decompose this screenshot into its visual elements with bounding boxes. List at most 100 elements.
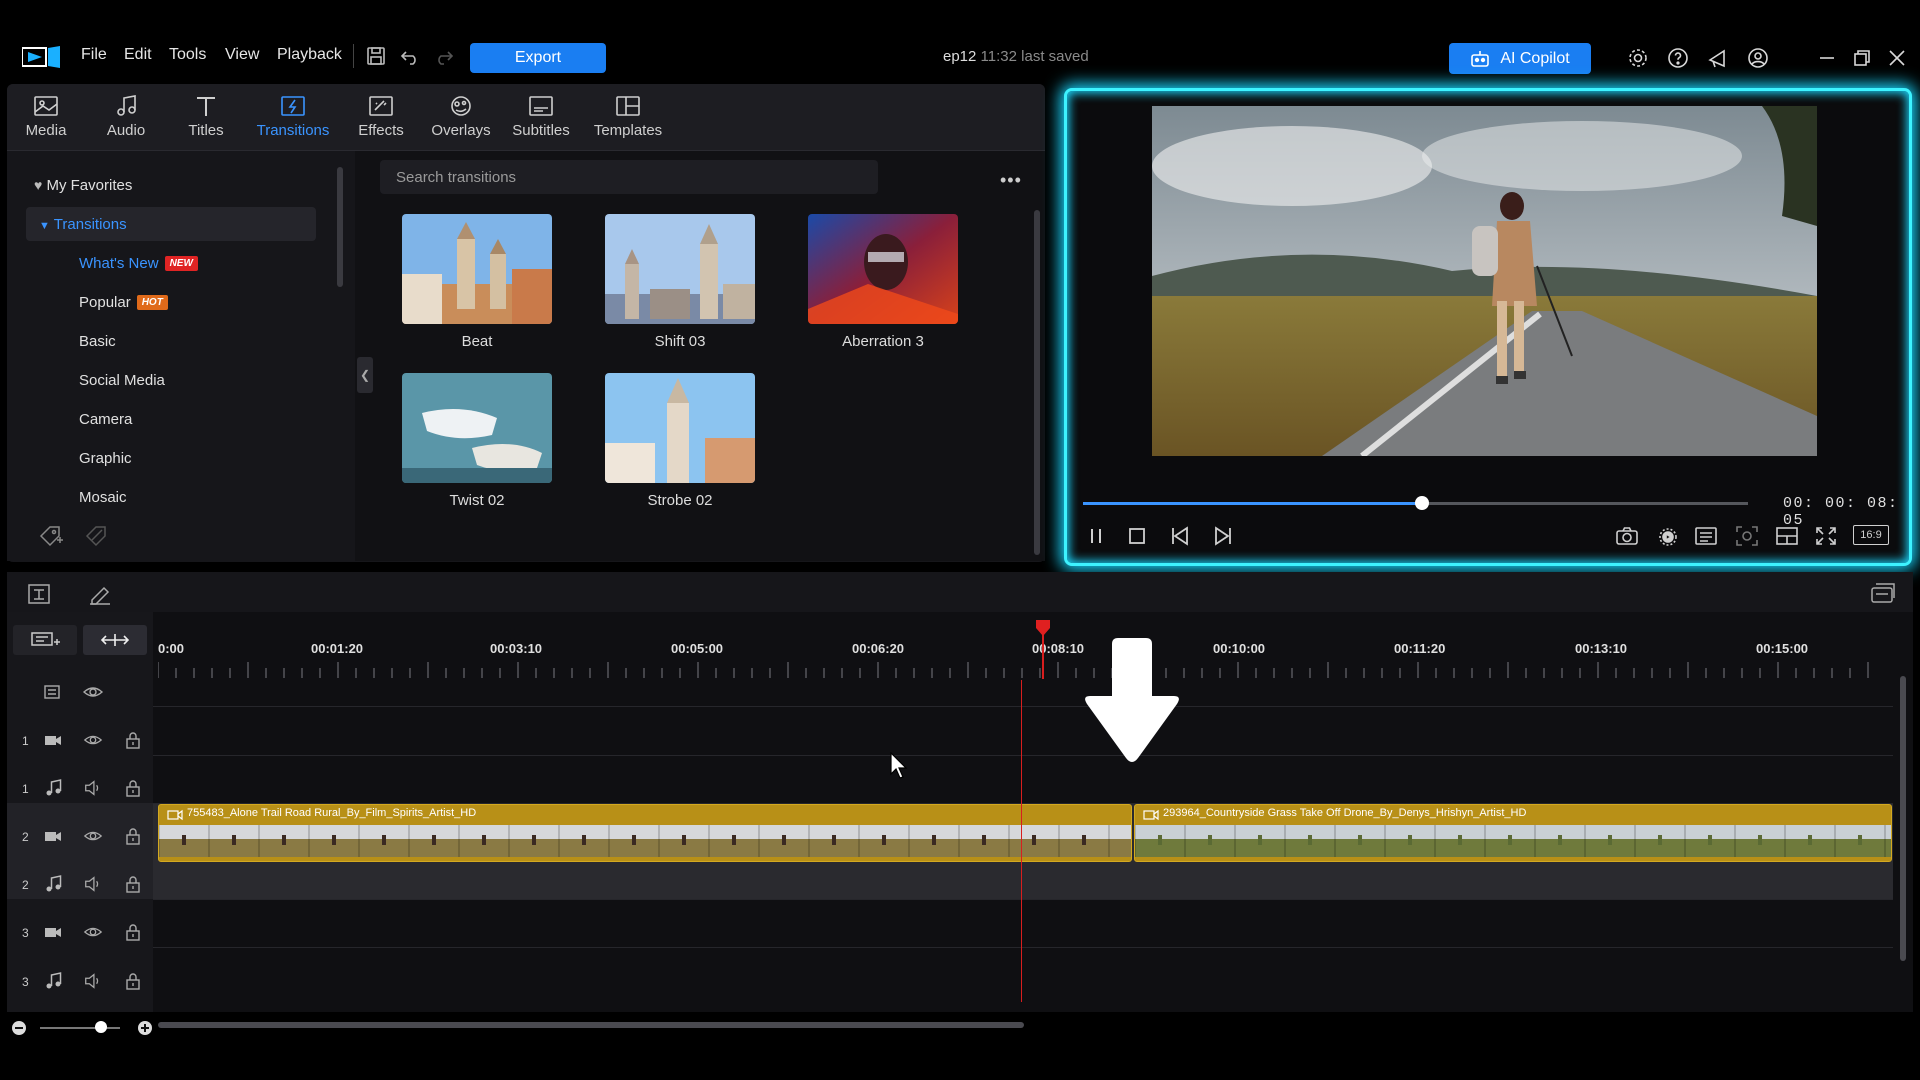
collapse-sidebar-button[interactable]: ❮	[357, 357, 373, 393]
ai-copilot-button[interactable]: AI Copilot	[1449, 43, 1591, 74]
stop-icon[interactable]	[1124, 524, 1150, 548]
add-track-button[interactable]	[13, 625, 77, 655]
sidebar-item-whats-new[interactable]: What's New NEW	[79, 255, 198, 272]
timeline-clip-1[interactable]: 755483_Alone Trail Road Rural_By_Film_Sp…	[158, 804, 1132, 862]
title-bar	[0, 0, 1920, 84]
app-logo	[22, 46, 60, 68]
edit-pen-icon[interactable]	[86, 582, 114, 606]
pause-icon[interactable]	[1083, 524, 1109, 548]
speaker-icon[interactable]	[83, 778, 103, 798]
tab-transitions[interactable]: Transitions	[252, 92, 334, 148]
zoom-out-icon[interactable]	[11, 1020, 27, 1036]
restore-icon[interactable]	[1850, 46, 1874, 70]
track-number: 1	[22, 782, 29, 796]
clip-filmstrip	[1135, 825, 1891, 857]
tab-templates[interactable]: Templates	[588, 92, 668, 148]
track-row-video-1[interactable]	[153, 706, 1893, 756]
playhead-handle[interactable]	[1035, 619, 1051, 637]
video-frame[interactable]	[1152, 106, 1817, 456]
zoom-slider-handle[interactable]	[95, 1021, 107, 1033]
aspect-ratio-button[interactable]: 16:9	[1853, 525, 1889, 545]
track-row-video-3[interactable]	[153, 899, 1893, 948]
minimize-icon[interactable]	[1815, 46, 1839, 70]
eye-icon[interactable]	[83, 922, 103, 942]
menu-playback[interactable]: Playback	[277, 46, 342, 64]
eye-icon[interactable]	[82, 682, 104, 702]
fit-timeline-button[interactable]	[83, 625, 147, 655]
zoom-in-icon[interactable]	[137, 1020, 153, 1036]
add-tag-icon[interactable]	[38, 524, 64, 548]
sidebar-item-graphic[interactable]: Graphic	[79, 450, 132, 467]
transition-thumb-aberration-3[interactable]	[808, 214, 958, 324]
grid-scrollbar[interactable]	[1034, 210, 1040, 555]
transition-thumb-beat[interactable]	[402, 214, 552, 324]
save-icon[interactable]	[364, 44, 388, 68]
eye-icon[interactable]	[83, 826, 103, 846]
menu-view[interactable]: View	[225, 46, 259, 64]
sidebar-item-popular[interactable]: Popular HOT	[79, 294, 168, 311]
track-row-audio-1[interactable]	[153, 755, 1893, 804]
fullscreen-icon[interactable]	[1813, 524, 1839, 548]
more-options-icon[interactable]: •••	[1000, 170, 1022, 191]
announcement-icon[interactable]	[1706, 46, 1730, 70]
speaker-icon[interactable]	[83, 971, 103, 991]
previous-frame-icon[interactable]	[1168, 524, 1194, 548]
lock-icon[interactable]	[123, 778, 143, 798]
lock-icon[interactable]	[123, 730, 143, 750]
settings-gear-icon[interactable]	[1626, 46, 1650, 70]
tab-overlays[interactable]: Overlays	[421, 92, 501, 148]
timeline-clip-2[interactable]: 293964_Countryside Grass Take Off Drone_…	[1134, 804, 1892, 862]
tab-effects[interactable]: Effects	[341, 92, 421, 148]
remove-tag-icon[interactable]	[84, 524, 110, 548]
sidebar-item-mosaic[interactable]: Mosaic	[79, 489, 127, 506]
lock-icon[interactable]	[123, 922, 143, 942]
transition-thumb-shift-03[interactable]	[605, 214, 755, 324]
track-row-audio-3[interactable]	[153, 947, 1893, 998]
menu-edit[interactable]: Edit	[124, 46, 152, 64]
timeline-horizontal-scrollbar[interactable]	[158, 1022, 1024, 1028]
tab-audio[interactable]: Audio	[86, 92, 166, 148]
timeline-settings-icon[interactable]	[1868, 580, 1898, 606]
sidebar-item-transitions[interactable]: ▼ Transitions	[39, 216, 127, 233]
subtitle-list-icon[interactable]	[1693, 524, 1719, 548]
snapshot-camera-icon[interactable]	[1614, 524, 1640, 548]
tab-titles[interactable]: Titles	[166, 92, 246, 148]
redo-icon[interactable]	[432, 44, 456, 68]
menu-tools[interactable]: Tools	[169, 46, 206, 64]
lock-icon[interactable]	[123, 826, 143, 846]
strobe-02-preview-image	[605, 373, 755, 483]
timeline-tools-icon[interactable]	[26, 582, 52, 606]
transition-thumb-strobe-02[interactable]	[605, 373, 755, 483]
eye-icon[interactable]	[83, 730, 103, 750]
transition-thumb-twist-02[interactable]	[402, 373, 552, 483]
sidebar-item-basic[interactable]: Basic	[79, 333, 116, 350]
search-box[interactable]	[380, 160, 878, 194]
zoom-fit-icon[interactable]	[1734, 524, 1760, 548]
account-icon[interactable]	[1746, 46, 1770, 70]
zoom-slider[interactable]	[40, 1027, 120, 1029]
effects-icon	[369, 96, 393, 116]
sidebar-item-social-media[interactable]: Social Media	[79, 372, 165, 389]
sidebar-item-favorites[interactable]: ♥ My Favorites	[34, 177, 132, 194]
tab-media[interactable]: Media	[6, 92, 86, 148]
lock-icon[interactable]	[123, 874, 143, 894]
next-frame-icon[interactable]	[1209, 524, 1235, 548]
timeline-vertical-scrollbar[interactable]	[1900, 676, 1906, 961]
track-manager-icon[interactable]	[42, 682, 62, 702]
sidebar-scrollbar[interactable]	[337, 167, 343, 287]
search-input[interactable]	[380, 160, 878, 194]
close-icon[interactable]	[1885, 46, 1909, 70]
menu-file[interactable]: File	[81, 46, 107, 64]
help-icon[interactable]	[1666, 46, 1690, 70]
undo-icon[interactable]	[398, 44, 422, 68]
render-preview-icon[interactable]	[1655, 524, 1681, 548]
lock-icon[interactable]	[123, 971, 143, 991]
ruler-ticks[interactable]	[158, 660, 1878, 680]
export-button[interactable]: Export	[470, 43, 606, 73]
layout-grid-icon[interactable]	[1774, 524, 1800, 548]
tab-subtitles[interactable]: Subtitles	[501, 92, 581, 148]
sidebar-item-camera[interactable]: Camera	[79, 411, 132, 428]
speaker-icon[interactable]	[83, 874, 103, 894]
tab-label: Transitions	[256, 122, 330, 139]
ruler-label: 00:03:10	[490, 641, 543, 656]
